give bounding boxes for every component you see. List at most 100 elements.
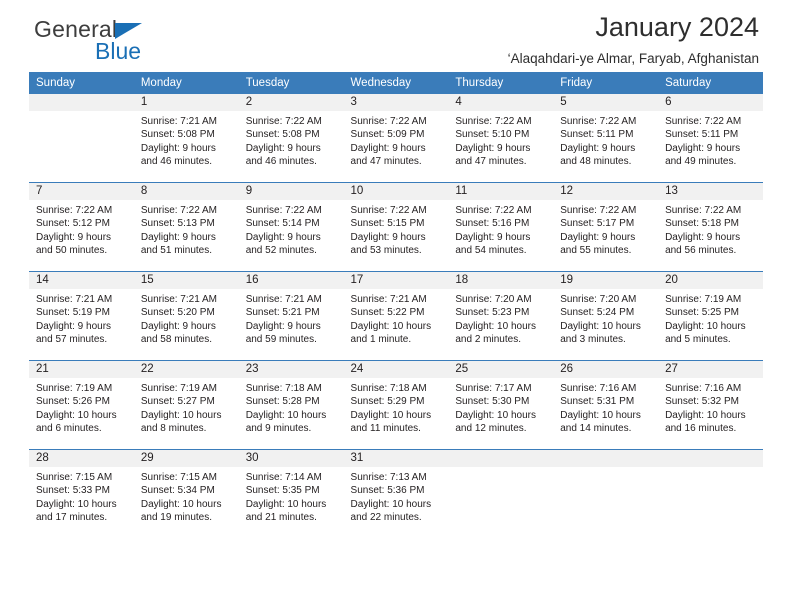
day-cell[interactable]: 18 Sunrise: 7:20 AM Sunset: 5:23 PM Dayligh…: [448, 272, 554, 360]
day-sun-info: Sunrise: 7:16 AM Sunset: 5:32 PM Daylight:…: [658, 378, 763, 436]
day-cell-empty: [448, 450, 554, 538]
daylight-text-line2: and 50 minutes.: [36, 245, 108, 257]
day-cell[interactable]: 20 Sunrise: 7:19 AM Sunset: 5:25 PM Dayligh…: [658, 272, 763, 360]
sunset-text: Sunset: 5:18 PM: [665, 218, 739, 230]
daylight-text-line2: and 5 minutes.: [665, 334, 731, 346]
daylight-text-line2: and 59 minutes.: [245, 334, 317, 346]
daylight-text-line1: Daylight: 10 hours: [350, 320, 432, 332]
sunrise-text: Sunrise: 7:22 AM: [665, 116, 742, 127]
daylight-text-line1: Daylight: 9 hours: [455, 231, 531, 243]
day-cell[interactable]: 1 Sunrise: 7:21 AM Sunset: 5:08 PM Daylight…: [133, 94, 239, 182]
day-cell[interactable]: 13 Sunrise: 7:22 AM Sunset: 5:18 PM Dayligh…: [658, 183, 763, 271]
daylight-text-line1: Daylight: 9 hours: [36, 231, 112, 243]
day-cell[interactable]: 30 Sunrise: 7:14 AM Sunset: 5:35 PM Dayligh…: [238, 450, 344, 538]
sunrise-text: Sunrise: 7:22 AM: [665, 205, 742, 216]
daylight-text-line2: and 1 minute.: [350, 334, 412, 346]
day-cell[interactable]: 4 Sunrise: 7:22 AM Sunset: 5:10 PM Daylight…: [448, 94, 554, 182]
day-cell[interactable]: 31 Sunrise: 7:13 AM Sunset: 5:36 PM Dayligh…: [343, 450, 449, 538]
day-number: 17: [343, 272, 449, 289]
day-number: 25: [448, 361, 554, 378]
daylight-text-line1: Daylight: 9 hours: [140, 320, 216, 332]
day-sun-info: Sunrise: 7:22 AM Sunset: 5:08 PM Daylight:…: [239, 111, 344, 169]
daylight-text-line2: and 17 minutes.: [36, 512, 108, 524]
day-cell[interactable]: 28 Sunrise: 7:15 AM Sunset: 5:33 PM Dayligh…: [29, 450, 134, 538]
day-cell[interactable]: 16 Sunrise: 7:21 AM Sunset: 5:21 PM Dayligh…: [238, 272, 344, 360]
day-cell[interactable]: 14 Sunrise: 7:21 AM Sunset: 5:19 PM Dayligh…: [29, 272, 134, 360]
day-cell[interactable]: 24 Sunrise: 7:18 AM Sunset: 5:29 PM Dayligh…: [343, 361, 449, 449]
daylight-text-line1: Daylight: 9 hours: [665, 142, 741, 154]
daylight-text-line2: and 57 minutes.: [36, 334, 108, 346]
sunset-text: Sunset: 5:20 PM: [140, 307, 215, 319]
calendar-day-cell: 19 Sunrise: 7:20 AM Sunset: 5:24 PM Dayligh…: [553, 271, 659, 361]
day-cell[interactable]: 25 Sunrise: 7:17 AM Sunset: 5:30 PM Dayligh…: [448, 361, 554, 449]
day-sun-info: Sunrise: 7:21 AM Sunset: 5:20 PM Daylight:…: [134, 289, 239, 347]
sunrise-text: Sunrise: 7:22 AM: [455, 116, 532, 127]
day-cell[interactable]: 5 Sunrise: 7:22 AM Sunset: 5:11 PM Daylight…: [553, 94, 659, 182]
day-number: 15: [133, 272, 239, 289]
day-cell[interactable]: 6 Sunrise: 7:22 AM Sunset: 5:11 PM Daylight…: [658, 94, 763, 182]
daylight-text-line2: and 51 minutes.: [140, 245, 213, 257]
calendar-day-cell: 6 Sunrise: 7:22 AM Sunset: 5:11 PM Daylight…: [658, 94, 763, 183]
calendar-day-cell: 21 Sunrise: 7:19 AM Sunset: 5:26 PM Dayligh…: [29, 360, 134, 450]
day-sun-info: Sunrise: 7:22 AM Sunset: 5:10 PM Daylight:…: [448, 111, 553, 169]
day-number: 20: [658, 272, 763, 289]
day-cell[interactable]: 10 Sunrise: 7:22 AM Sunset: 5:15 PM Dayligh…: [343, 183, 449, 271]
daylight-text-line2: and 58 minutes.: [140, 334, 213, 346]
day-cell[interactable]: 21 Sunrise: 7:19 AM Sunset: 5:26 PM Dayligh…: [29, 361, 134, 449]
day-cell[interactable]: 8 Sunrise: 7:22 AM Sunset: 5:13 PM Daylight…: [133, 183, 239, 271]
day-cell[interactable]: 12 Sunrise: 7:22 AM Sunset: 5:17 PM Dayligh…: [553, 183, 659, 271]
day-cell[interactable]: 23 Sunrise: 7:18 AM Sunset: 5:28 PM Dayligh…: [238, 361, 344, 449]
sunset-text: Sunset: 5:30 PM: [455, 396, 530, 408]
sunset-text: Sunset: 5:32 PM: [665, 396, 739, 408]
calendar-week-row: 7 Sunrise: 7:22 AM Sunset: 5:12 PM Daylight…: [29, 182, 763, 272]
logo-text-blue: Blue: [95, 38, 142, 64]
calendar-day-cell: 26 Sunrise: 7:16 AM Sunset: 5:31 PM Dayligh…: [553, 360, 659, 450]
calendar-header-row: Sunday Monday Tuesday Wednesday Thursday…: [29, 72, 763, 94]
triangle-icon: [115, 23, 143, 39]
daylight-text-line1: Daylight: 10 hours: [665, 409, 746, 421]
sunset-text: Sunset: 5:16 PM: [455, 218, 530, 230]
day-cell[interactable]: 3 Sunrise: 7:22 AM Sunset: 5:09 PM Daylight…: [343, 94, 449, 182]
day-sun-info: Sunrise: 7:20 AM Sunset: 5:24 PM Daylight:…: [553, 289, 658, 347]
calendar-day-cell: [658, 449, 763, 538]
day-number: 1: [133, 94, 239, 111]
calendar-day-cell: 31 Sunrise: 7:13 AM Sunset: 5:36 PM Dayligh…: [343, 449, 449, 538]
calendar-day-cell: [448, 449, 554, 538]
sunrise-text: Sunrise: 7:21 AM: [140, 294, 217, 305]
daylight-text-line2: and 46 minutes.: [245, 156, 317, 168]
day-cell[interactable]: 15 Sunrise: 7:21 AM Sunset: 5:20 PM Dayligh…: [133, 272, 239, 360]
day-sun-info: Sunrise: 7:20 AM Sunset: 5:23 PM Daylight:…: [448, 289, 553, 347]
day-number: 6: [658, 94, 763, 111]
sunset-text: Sunset: 5:15 PM: [350, 218, 425, 230]
day-cell[interactable]: 17 Sunrise: 7:21 AM Sunset: 5:22 PM Dayligh…: [343, 272, 449, 360]
day-cell[interactable]: 19 Sunrise: 7:20 AM Sunset: 5:24 PM Dayligh…: [553, 272, 659, 360]
daylight-text-line1: Daylight: 9 hours: [665, 231, 741, 243]
sunset-text: Sunset: 5:29 PM: [350, 396, 425, 408]
day-cell[interactable]: 11 Sunrise: 7:22 AM Sunset: 5:16 PM Dayligh…: [448, 183, 554, 271]
sunset-text: Sunset: 5:13 PM: [140, 218, 215, 230]
day-cell[interactable]: 26 Sunrise: 7:16 AM Sunset: 5:31 PM Dayligh…: [553, 361, 659, 449]
day-cell[interactable]: 22 Sunrise: 7:19 AM Sunset: 5:27 PM Dayligh…: [133, 361, 239, 449]
calendar-day-cell: 25 Sunrise: 7:17 AM Sunset: 5:30 PM Dayligh…: [448, 360, 554, 450]
day-cell[interactable]: 27 Sunrise: 7:16 AM Sunset: 5:32 PM Dayligh…: [658, 361, 763, 449]
day-cell[interactable]: 9 Sunrise: 7:22 AM Sunset: 5:14 PM Daylight…: [238, 183, 344, 271]
sunset-text: Sunset: 5:22 PM: [350, 307, 425, 319]
sunset-text: Sunset: 5:08 PM: [140, 129, 215, 141]
day-number: 12: [553, 183, 659, 200]
calendar-table: Sunday Monday Tuesday Wednesday Thursday…: [29, 72, 763, 538]
day-cell[interactable]: 29 Sunrise: 7:15 AM Sunset: 5:34 PM Dayligh…: [133, 450, 239, 538]
day-number: 9: [238, 183, 344, 200]
day-number: 16: [238, 272, 344, 289]
day-cell[interactable]: 7 Sunrise: 7:22 AM Sunset: 5:12 PM Daylight…: [29, 183, 134, 271]
generalblue-logo[interactable]: General Blue: [34, 18, 254, 70]
calendar-week-row: 14 Sunrise: 7:21 AM Sunset: 5:19 PM Dayligh…: [29, 271, 763, 361]
day-number: 23: [238, 361, 344, 378]
daylight-text-line1: Daylight: 10 hours: [36, 409, 117, 421]
calendar-day-cell: 28 Sunrise: 7:15 AM Sunset: 5:33 PM Dayligh…: [29, 449, 134, 538]
daylight-text-line2: and 53 minutes.: [350, 245, 422, 257]
daylight-text-line1: Daylight: 9 hours: [245, 320, 321, 332]
day-cell[interactable]: 2 Sunrise: 7:22 AM Sunset: 5:08 PM Daylight…: [238, 94, 344, 182]
sunset-text: Sunset: 5:31 PM: [560, 396, 635, 408]
daylight-text-line1: Daylight: 9 hours: [350, 142, 426, 154]
sunset-text: Sunset: 5:11 PM: [665, 129, 739, 141]
